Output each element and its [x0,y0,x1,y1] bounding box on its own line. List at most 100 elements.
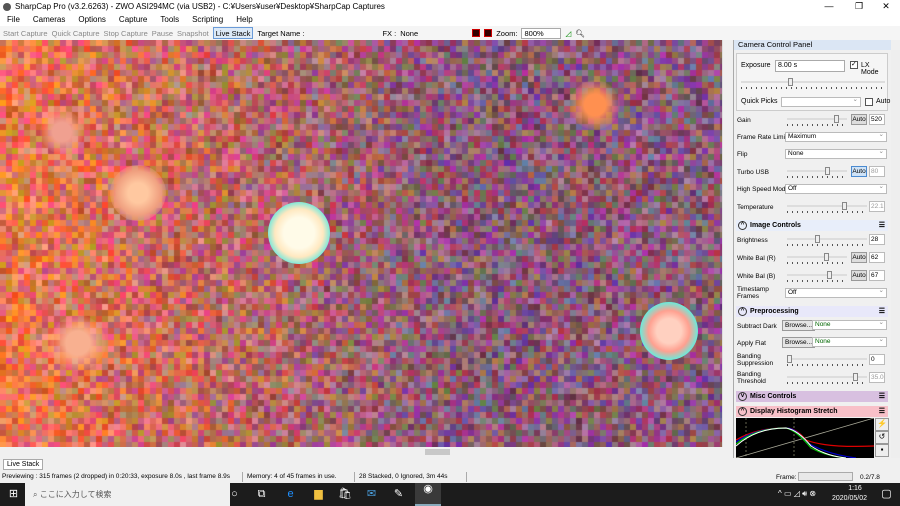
crosshair-icon[interactable] [472,29,480,37]
quick-capture-button[interactable]: Quick Capture [52,29,100,38]
gain-slider[interactable] [787,115,847,125]
panel-scrollbar[interactable] [891,50,900,458]
gain-value[interactable]: 520 [869,114,885,125]
histogram-chart[interactable] [736,418,874,458]
subtract-dark-browse-button[interactable]: Browse... [782,320,815,331]
lx-mode-label: LX Mode [861,62,887,76]
live-stack-button[interactable]: Live Stack [213,27,254,39]
notification-icon[interactable]: ▢ [880,488,893,501]
lx-mode-checkbox[interactable]: ✓ [850,61,858,69]
timestamp-select[interactable]: Off [785,288,887,298]
horizontal-scrollbar[interactable] [0,447,722,457]
turbo-auto-button[interactable]: Auto [851,166,867,177]
menu-capture[interactable]: Capture [112,15,153,24]
star [268,202,330,264]
edge-icon[interactable]: e [284,488,297,501]
status-bar: Previewing : 315 frames (2 dropped) in 0… [0,471,900,483]
flip-label: Flip [737,151,785,158]
menu-icon[interactable]: ☰ [879,406,885,417]
high-speed-select[interactable]: Off [785,184,887,194]
gain-auto-button[interactable]: Auto [851,114,867,125]
exposure-input[interactable]: 8.00 s [775,60,845,72]
flip-select[interactable]: None [785,149,887,159]
histogram-icon[interactable]: ◿ [565,29,571,38]
sharpcap-taskbar-icon[interactable]: ◉ [415,483,441,506]
menu-file[interactable]: File [0,15,26,24]
auto-label: Auto [876,98,890,105]
menu-cameras[interactable]: Cameras [26,15,71,24]
menu-icon[interactable]: ☰ [879,306,885,317]
subtract-dark-select[interactable]: None [812,320,887,330]
banding-suppression-label: Banding Suppression [737,353,777,367]
auto-checkbox[interactable] [865,98,873,106]
minimize-button[interactable]: — [815,0,843,13]
save-icon[interactable]: ▪ [875,444,889,457]
target-name-label: Target Name : [257,29,304,38]
store-icon[interactable]: 🛍︎ [338,488,351,501]
misc-controls-header[interactable]: v Misc Controls ☰ [736,391,888,402]
wb-blue-slider[interactable] [787,271,847,281]
wb-blue-auto-button[interactable]: Auto [851,270,867,281]
apply-flat-select[interactable]: None [812,337,887,347]
reset-icon[interactable]: ↺ [875,431,889,444]
wb-blue-value[interactable]: 67 [869,270,885,281]
tab-bar: Live Stack [0,458,900,471]
menu-scripting[interactable]: Scripting [185,15,229,24]
brightness-slider[interactable] [787,235,867,245]
brightness-value[interactable]: 28 [869,234,885,245]
banding-threshold-slider[interactable] [787,373,867,383]
start-capture-button[interactable]: Start Capture [3,29,48,38]
histogram-header[interactable]: ^ Display Histogram Stretch ☰ [736,406,888,417]
menu-tools[interactable]: Tools [153,15,185,24]
clock-time[interactable]: 1:16 [840,485,870,492]
banding-suppression-value[interactable]: 0 [869,354,885,365]
temperature-slider[interactable] [787,202,867,212]
stop-capture-button[interactable]: Stop Capture [104,29,148,38]
system-tray-icons[interactable]: ^ ▭ ◿ 🔊︎ ⊗ [778,489,816,499]
tab-live-stack[interactable]: Live Stack [3,459,43,470]
turbo-usb-value[interactable]: 80 [869,166,885,177]
paint-icon[interactable]: ✎ [392,488,405,501]
fx-select[interactable]: None [400,29,468,38]
frame-rate-row: Frame Rate Limit Maximum [737,130,887,144]
maximize-button[interactable]: ❐ [845,0,873,13]
exposure-slider[interactable] [741,78,885,88]
close-button[interactable]: ✕ [872,0,900,13]
menu-icon[interactable]: ☰ [879,220,885,231]
histogram-title: Display Histogram Stretch [750,408,838,415]
menu-options[interactable]: Options [71,15,112,24]
magnifier-icon[interactable]: 🔍︎ [575,29,585,38]
quick-picks-select[interactable] [781,97,861,107]
scroll-thumb[interactable] [425,449,450,455]
frame-progress [798,472,853,481]
vertical-scrollbar[interactable] [722,40,732,447]
file-explorer-icon[interactable]: ▆ [312,488,325,501]
preprocessing-header[interactable]: ^ Preprocessing ☰ [736,306,888,317]
taskbar-search[interactable]: ⌕ ここに入力して検索 [25,483,230,506]
banding-suppression-slider[interactable] [787,355,867,365]
wb-red-value[interactable]: 62 [869,252,885,263]
task-view-icon[interactable]: ⧉ [255,488,268,501]
menu-icon[interactable]: ☰ [879,391,885,402]
wb-red-row: White Bal (R) Auto 62 [737,251,887,265]
windows-start-icon[interactable]: ⊞ [7,488,20,501]
turbo-usb-slider[interactable] [787,167,847,177]
preprocessing-title: Preprocessing [750,308,799,315]
mail-icon[interactable]: ✉ [365,488,378,501]
image-controls-header[interactable]: ^ Image Controls ☰ [736,220,888,231]
snapshot-button[interactable]: Snapshot [177,29,209,38]
frame-rate-select[interactable]: Maximum [785,132,887,142]
window-title: SharpCap Pro (v3.2.6263) - ZWO ASI294MC … [15,2,385,11]
apply-flat-browse-button[interactable]: Browse... [782,337,815,348]
zoom-select[interactable]: 800% [521,28,561,39]
auto-stretch-icon[interactable]: ⚡ [875,418,889,431]
wb-red-auto-button[interactable]: Auto [851,252,867,263]
wb-red-slider[interactable] [787,253,847,263]
pause-button[interactable]: Pause [152,29,173,38]
cortana-icon[interactable]: ○ [228,488,241,501]
menu-help[interactable]: Help [229,15,258,24]
focus-icon[interactable] [484,29,492,37]
clock-date[interactable]: 2020/05/02 [832,495,867,502]
exposure-group: Exposure 8.00 s ✓ LX Mode Quick Picks Au… [736,53,888,111]
image-viewer[interactable] [0,40,722,447]
